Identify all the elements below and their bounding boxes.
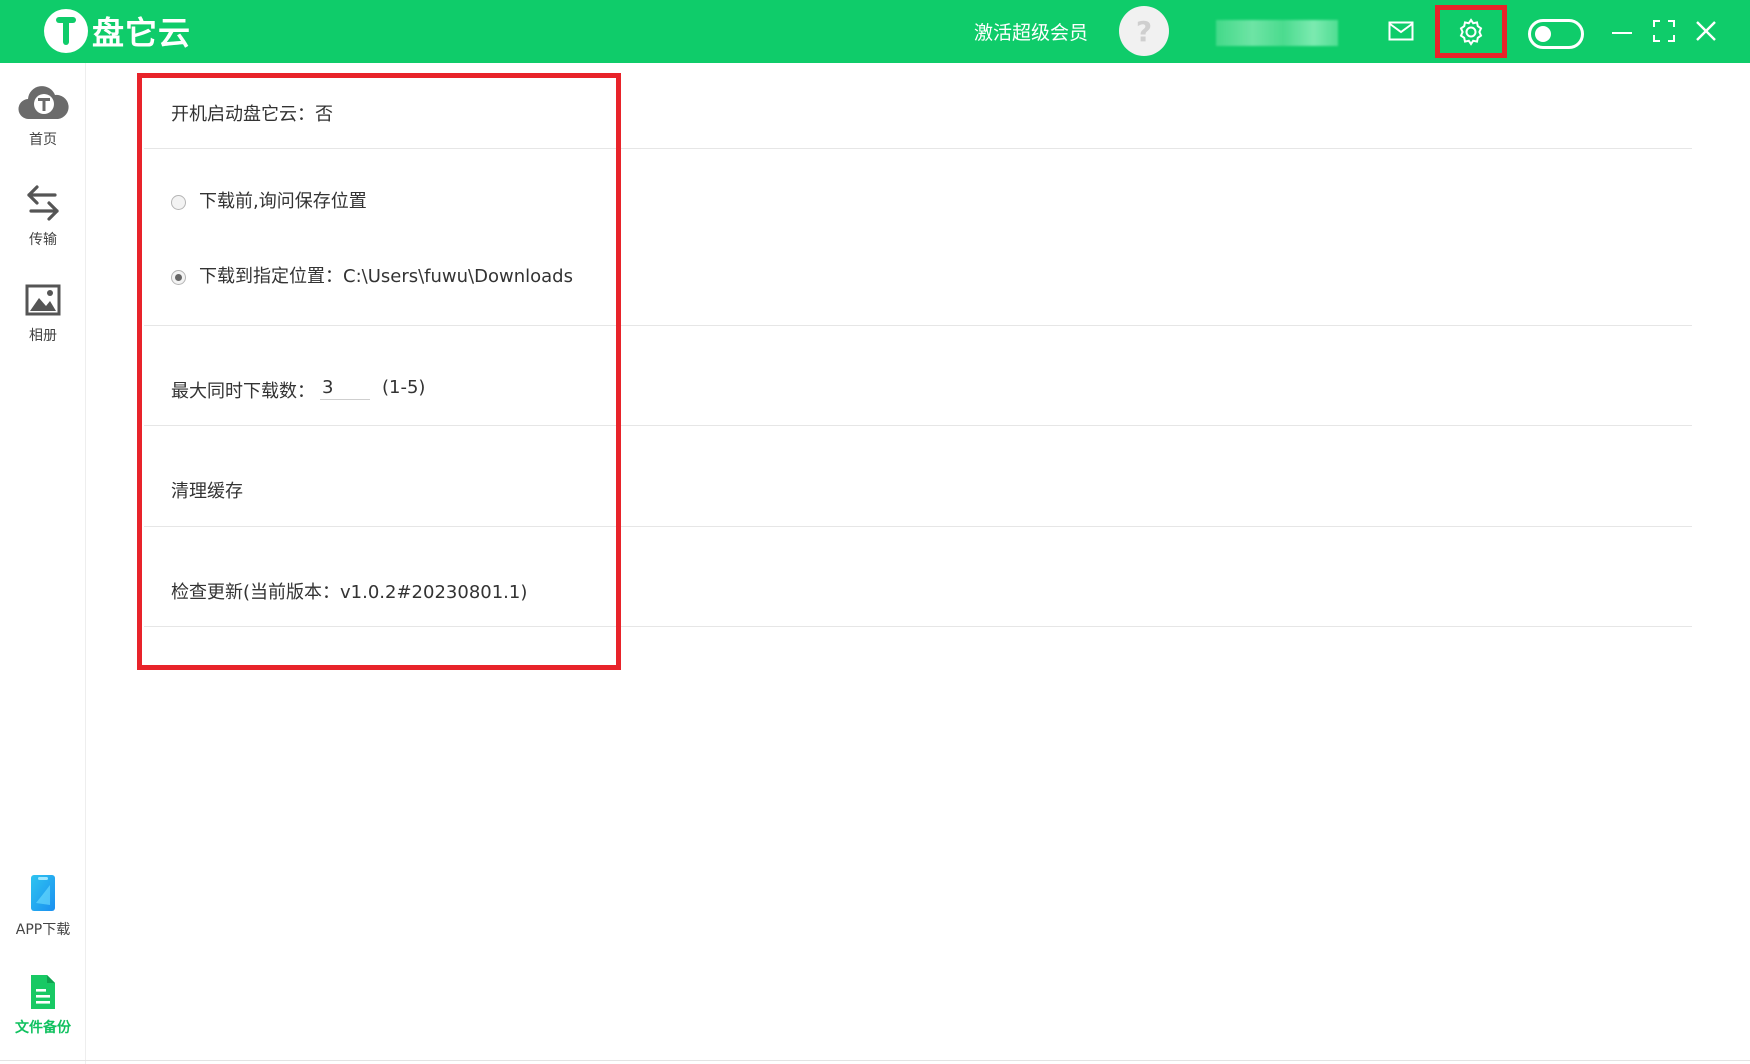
- sidebar-item-app-download[interactable]: APP下载: [0, 873, 86, 939]
- avatar-placeholder-icon: ?: [1135, 14, 1153, 48]
- sidebar-item-label: 文件备份: [15, 1020, 71, 1036]
- ask-location-radio[interactable]: [171, 195, 186, 210]
- settings-panel: 开机启动盘它云：否 下载前,询问保存位置 下载到指定位置：C:\Users\fu…: [144, 63, 1692, 627]
- document-icon: [31, 975, 55, 1009]
- image-icon: [25, 284, 61, 316]
- close-button[interactable]: [1691, 16, 1721, 46]
- max-downloads-label: 最大同时下载数：: [171, 381, 315, 402]
- fullscreen-icon: [1653, 20, 1675, 42]
- cloud-icon: [18, 86, 69, 120]
- gear-icon: [1459, 17, 1483, 46]
- app-logo: 盘它云: [44, 9, 192, 53]
- sidebar-item-label: APP下载: [15, 922, 71, 938]
- mail-icon: [1388, 21, 1414, 41]
- close-icon: [1696, 21, 1716, 41]
- max-downloads-input[interactable]: [320, 376, 370, 400]
- max-downloads-row: 最大同时下载数： (1-5): [144, 326, 1692, 426]
- logo-icon: [44, 9, 88, 53]
- transfer-arrows-icon: [27, 185, 59, 221]
- clear-cache-button[interactable]: 清理缓存: [171, 477, 243, 503]
- window-bottom-border: [0, 1060, 1750, 1061]
- minimize-icon: [1612, 32, 1632, 34]
- sidebar-item-label: 相册: [29, 328, 57, 344]
- autostart-setting[interactable]: 开机启动盘它云：否: [171, 100, 333, 126]
- check-update-row[interactable]: 检查更新(当前版本：v1.0.2#20230801.1): [144, 527, 1692, 627]
- phone-icon: [31, 875, 55, 911]
- max-downloads-range: (1-5): [382, 377, 426, 398]
- sidebar-item-transfer[interactable]: 传输: [0, 183, 86, 249]
- fixed-location-radio[interactable]: [171, 270, 186, 285]
- avatar[interactable]: ?: [1119, 6, 1169, 56]
- username-redacted: [1216, 20, 1338, 46]
- sidebar-item-label: 传输: [29, 232, 57, 248]
- sidebar: 首页 传输 相册 APP下载 文件备份: [0, 63, 86, 1064]
- download-location-row: 下载前,询问保存位置 下载到指定位置：C:\Users\fuwu\Downloa…: [144, 149, 1692, 326]
- title-bar: 盘它云 激活超级会员 ?: [0, 0, 1750, 63]
- sidebar-item-home[interactable]: 首页: [0, 83, 86, 149]
- mode-toggle[interactable]: [1528, 19, 1584, 49]
- check-update-button[interactable]: 检查更新(当前版本：v1.0.2#20230801.1): [171, 578, 527, 604]
- clear-cache-row[interactable]: 清理缓存: [144, 426, 1692, 527]
- fixed-location-label[interactable]: 下载到指定位置：C:\Users\fuwu\Downloads: [199, 262, 573, 288]
- sidebar-item-album[interactable]: 相册: [0, 283, 86, 345]
- maximize-button[interactable]: [1649, 16, 1679, 46]
- mail-button[interactable]: [1386, 16, 1416, 46]
- minimize-button[interactable]: [1607, 16, 1637, 46]
- app-name: 盘它云: [92, 14, 192, 52]
- settings-button[interactable]: [1435, 5, 1507, 58]
- autostart-row[interactable]: 开机启动盘它云：否: [144, 63, 1692, 149]
- ask-location-label[interactable]: 下载前,询问保存位置: [199, 187, 367, 213]
- sidebar-item-file-backup[interactable]: 文件备份: [0, 973, 86, 1037]
- sidebar-item-label: 首页: [29, 132, 57, 148]
- activate-vip-link[interactable]: 激活超级会员: [974, 18, 1088, 45]
